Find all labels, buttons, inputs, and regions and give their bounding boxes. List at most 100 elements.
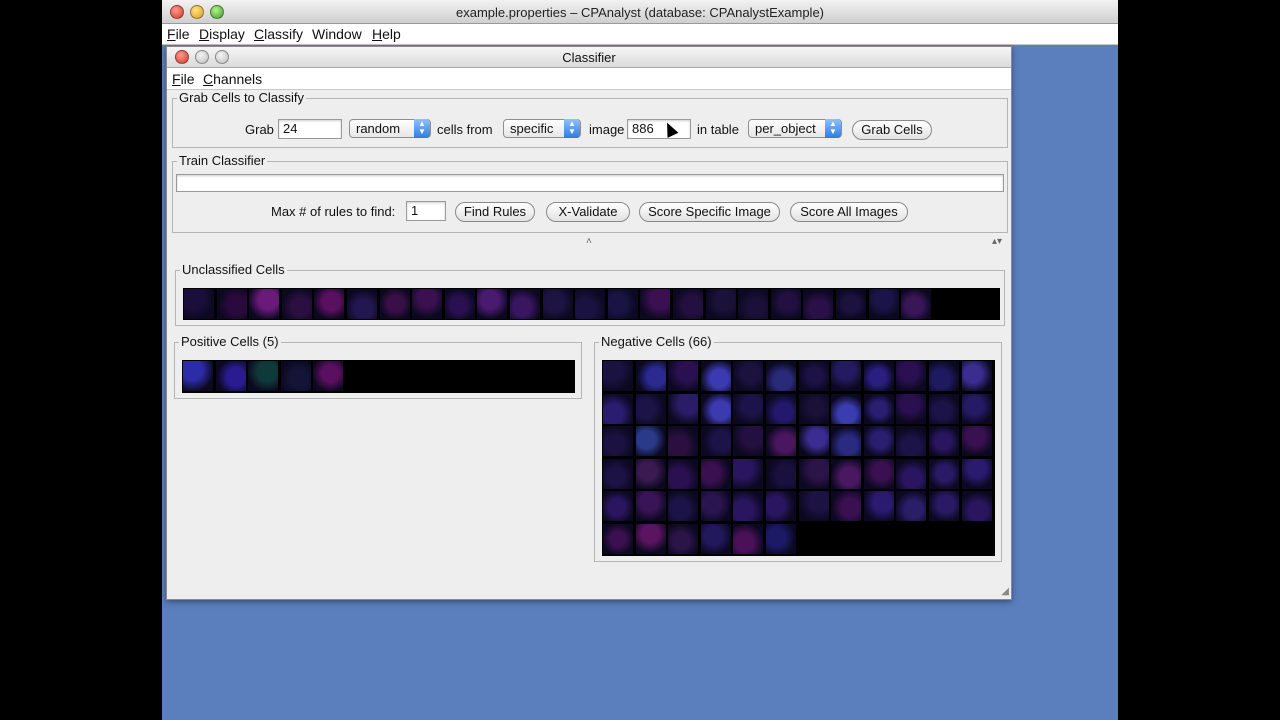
negative-cells-grid[interactable] xyxy=(602,360,995,556)
negative-cell-thumbnail[interactable] xyxy=(961,458,992,489)
negative-cell-thumbnail[interactable] xyxy=(733,361,764,391)
negative-cell-thumbnail[interactable] xyxy=(635,426,666,457)
negative-cell-thumbnail[interactable] xyxy=(635,393,666,424)
rules-text-area[interactable] xyxy=(176,174,1004,192)
negative-cell-thumbnail[interactable] xyxy=(863,426,894,457)
unclassified-cell-thumbnail[interactable] xyxy=(379,289,410,319)
negative-cell-thumbnail[interactable] xyxy=(863,393,894,424)
negative-cell-thumbnail[interactable] xyxy=(896,361,927,391)
score-specific-image-button[interactable]: Score Specific Image xyxy=(639,202,780,222)
table-select[interactable]: per_object ▲ ▼ xyxy=(748,119,842,138)
negative-cell-thumbnail[interactable] xyxy=(635,491,666,522)
unclassified-cell-thumbnail[interactable] xyxy=(738,289,769,319)
negative-cell-thumbnail[interactable] xyxy=(603,458,633,489)
negative-cell-thumbnail[interactable] xyxy=(603,491,633,522)
negative-cell-thumbnail[interactable] xyxy=(896,458,927,489)
negative-cell-thumbnail[interactable] xyxy=(831,426,862,457)
positive-cell-thumbnail[interactable] xyxy=(280,361,311,391)
unclassified-cells-strip[interactable] xyxy=(183,288,1000,320)
negative-cell-thumbnail[interactable] xyxy=(668,393,699,424)
negative-cell-thumbnail[interactable] xyxy=(766,361,796,391)
negative-cell-thumbnail[interactable] xyxy=(635,458,666,489)
unclassified-cell-thumbnail[interactable] xyxy=(184,289,214,319)
unclassified-cell-thumbnail[interactable] xyxy=(836,289,866,319)
unclassified-cell-thumbnail[interactable] xyxy=(249,289,280,319)
positive-cells-strip[interactable] xyxy=(182,360,575,393)
unclassified-cell-thumbnail[interactable] xyxy=(640,289,671,319)
unclassified-cell-thumbnail[interactable] xyxy=(477,289,508,319)
negative-cell-thumbnail[interactable] xyxy=(896,393,927,424)
negative-cell-thumbnail[interactable] xyxy=(766,524,796,554)
unclassified-cell-thumbnail[interactable] xyxy=(705,289,736,319)
collapse-arrow-icon[interactable]: ˄ xyxy=(586,236,592,247)
unclassified-cell-thumbnail[interactable] xyxy=(314,289,345,319)
grab-mode-select[interactable]: random ▲ ▼ xyxy=(349,119,431,138)
negative-cell-thumbnail[interactable] xyxy=(863,458,894,489)
negative-cell-thumbnail[interactable] xyxy=(668,361,699,391)
menu-classify[interactable]: Classify xyxy=(254,26,303,42)
negative-cell-thumbnail[interactable] xyxy=(700,361,731,391)
unclassified-cell-thumbnail[interactable] xyxy=(803,289,834,319)
resize-grip-icon[interactable]: ◢ xyxy=(1001,586,1009,597)
negative-cell-thumbnail[interactable] xyxy=(896,426,927,457)
positive-cell-thumbnail[interactable] xyxy=(248,361,279,391)
unclassified-cell-thumbnail[interactable] xyxy=(770,289,801,319)
negative-cell-thumbnail[interactable] xyxy=(863,361,894,391)
negative-cell-thumbnail[interactable] xyxy=(896,491,927,522)
negative-cell-thumbnail[interactable] xyxy=(798,393,829,424)
negative-cell-thumbnail[interactable] xyxy=(635,524,666,554)
score-all-images-button[interactable]: Score All Images xyxy=(790,202,908,222)
negative-cell-thumbnail[interactable] xyxy=(831,361,862,391)
negative-cell-thumbnail[interactable] xyxy=(766,393,796,424)
negative-cell-thumbnail[interactable] xyxy=(831,458,862,489)
grab-count-input[interactable]: 24 xyxy=(278,119,342,139)
unclassified-cell-thumbnail[interactable] xyxy=(412,289,443,319)
menu-window[interactable]: Window xyxy=(312,26,362,42)
classifier-menu-file[interactable]: File xyxy=(172,71,195,87)
negative-cell-thumbnail[interactable] xyxy=(831,491,862,522)
negative-cell-thumbnail[interactable] xyxy=(831,393,862,424)
negative-cell-thumbnail[interactable] xyxy=(929,426,959,457)
unclassified-cell-thumbnail[interactable] xyxy=(542,289,573,319)
negative-cell-thumbnail[interactable] xyxy=(766,458,796,489)
negative-cell-thumbnail[interactable] xyxy=(733,426,764,457)
image-number-input[interactable]: 886 xyxy=(627,119,691,139)
negative-cell-thumbnail[interactable] xyxy=(603,524,633,554)
unclassified-cell-thumbnail[interactable] xyxy=(901,289,932,319)
positive-cells-bin[interactable]: Positive Cells (5) xyxy=(174,334,582,399)
negative-cell-thumbnail[interactable] xyxy=(929,458,959,489)
negative-cell-thumbnail[interactable] xyxy=(733,524,764,554)
grab-cells-button[interactable]: Grab Cells xyxy=(852,120,932,140)
unclassified-cell-thumbnail[interactable] xyxy=(347,289,377,319)
menu-file[interactable]: File xyxy=(167,26,190,42)
negative-cell-thumbnail[interactable] xyxy=(961,393,992,424)
unclassified-cell-thumbnail[interactable] xyxy=(607,289,638,319)
positive-cell-thumbnail[interactable] xyxy=(183,361,213,391)
unclassified-cell-thumbnail[interactable] xyxy=(281,289,312,319)
negative-cell-thumbnail[interactable] xyxy=(603,393,633,424)
negative-cell-thumbnail[interactable] xyxy=(700,393,731,424)
menu-help[interactable]: Help xyxy=(372,26,401,42)
negative-cell-thumbnail[interactable] xyxy=(668,491,699,522)
unclassified-cell-thumbnail[interactable] xyxy=(673,289,703,319)
negative-cell-thumbnail[interactable] xyxy=(635,361,666,391)
splitter-arrows-icon[interactable]: ▴▾ xyxy=(992,236,1002,247)
negative-cell-thumbnail[interactable] xyxy=(929,491,959,522)
negative-cell-thumbnail[interactable] xyxy=(668,458,699,489)
negative-cell-thumbnail[interactable] xyxy=(733,491,764,522)
positive-cell-thumbnail[interactable] xyxy=(313,361,344,391)
unclassified-cell-thumbnail[interactable] xyxy=(510,289,540,319)
negative-cell-thumbnail[interactable] xyxy=(929,393,959,424)
unclassified-cell-thumbnail[interactable] xyxy=(868,289,899,319)
max-rules-input[interactable]: 1 xyxy=(406,201,446,221)
negative-cell-thumbnail[interactable] xyxy=(929,361,959,391)
negative-cell-thumbnail[interactable] xyxy=(700,458,731,489)
source-select[interactable]: specific ▲ ▼ xyxy=(503,119,581,138)
unclassified-cells-bin[interactable]: Unclassified Cells xyxy=(175,262,1005,326)
negative-cell-thumbnail[interactable] xyxy=(766,426,796,457)
negative-cell-thumbnail[interactable] xyxy=(603,426,633,457)
negative-cell-thumbnail[interactable] xyxy=(766,491,796,522)
negative-cell-thumbnail[interactable] xyxy=(668,426,699,457)
negative-cell-thumbnail[interactable] xyxy=(798,458,829,489)
x-validate-button[interactable]: X-Validate xyxy=(546,202,630,222)
